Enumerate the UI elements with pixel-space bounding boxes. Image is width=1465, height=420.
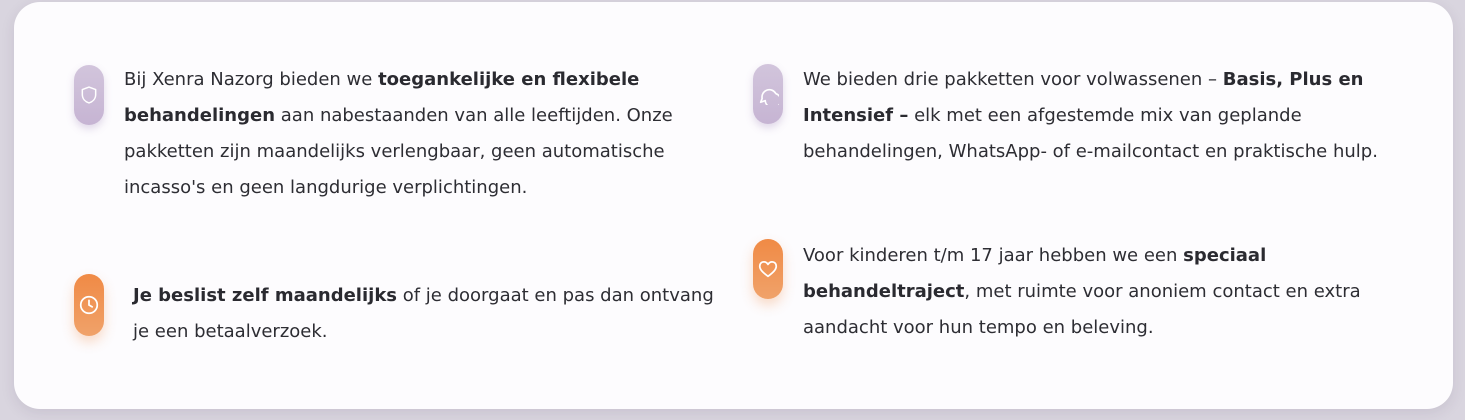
- feature-text-2: Je beslist zelf maandelijks of je doorga…: [133, 278, 723, 350]
- text-part: We bieden drie pakketten voor volwassene…: [803, 69, 1223, 90]
- feature-text-4: Voor kinderen t/m 17 jaar hebben we een …: [803, 238, 1393, 346]
- heart-badge: [753, 239, 783, 299]
- clock-badge: [74, 274, 104, 336]
- feature-text-1: Bij Xenra Nazorg bieden we toegankelijke…: [124, 62, 724, 206]
- clock-icon: [79, 295, 99, 315]
- text-part: Voor kinderen t/m 17 jaar hebben we een: [803, 245, 1184, 266]
- chat-badge: [753, 64, 783, 124]
- shield-badge: [74, 65, 104, 125]
- heart-icon: [758, 260, 778, 278]
- bold-part: Je beslist zelf maandelijks: [133, 285, 398, 306]
- bold-part: –: [893, 105, 909, 126]
- feature-text-3: We bieden drie pakketten voor volwassene…: [803, 62, 1393, 170]
- chat-bubble-icon: [759, 88, 779, 105]
- shield-icon: [81, 86, 97, 104]
- text-part: Bij Xenra Nazorg bieden we: [124, 69, 379, 90]
- info-card: Bij Xenra Nazorg bieden we toegankelijke…: [14, 2, 1453, 409]
